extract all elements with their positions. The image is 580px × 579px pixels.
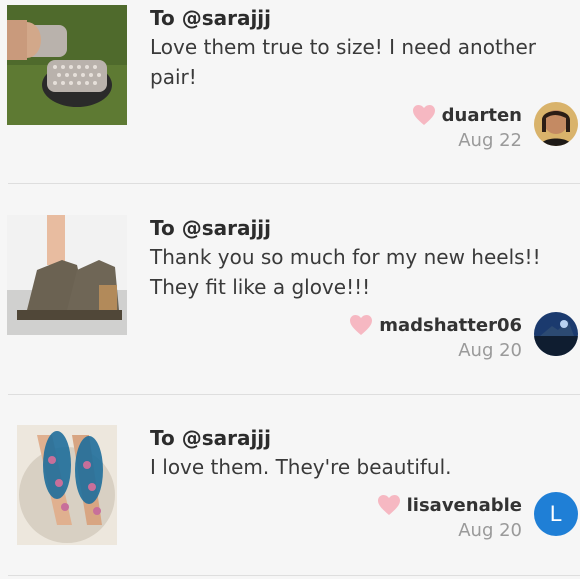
user-avatar[interactable] bbox=[534, 312, 578, 356]
avatar-initial: L bbox=[549, 501, 563, 526]
comment-text: Thank you so much for my new heels!! The… bbox=[150, 242, 560, 302]
comment-text: I love them. They're beautiful. bbox=[150, 452, 560, 482]
comment-meta: lisavenable Aug 20 bbox=[377, 492, 522, 541]
comment-meta: madshatter06 Aug 20 bbox=[349, 312, 522, 361]
comment-date: Aug 20 bbox=[458, 520, 522, 541]
product-thumbnail[interactable] bbox=[7, 215, 127, 335]
user-line: madshatter06 bbox=[349, 312, 522, 338]
comment-date: Aug 20 bbox=[458, 340, 522, 361]
recipient-label[interactable]: To @sarajjj bbox=[150, 426, 271, 450]
recipient-label[interactable]: To @sarajjj bbox=[150, 216, 271, 240]
heart-icon[interactable] bbox=[349, 314, 373, 336]
divider bbox=[8, 394, 580, 395]
heart-icon[interactable] bbox=[377, 494, 401, 516]
username[interactable]: madshatter06 bbox=[379, 315, 522, 336]
comment-card: To @sarajjj I love them. They're beautif… bbox=[0, 0, 580, 576]
divider bbox=[8, 575, 580, 576]
product-thumbnail[interactable] bbox=[17, 425, 117, 545]
comment-line: I love them. They're beautiful. bbox=[150, 455, 452, 479]
comment-line: Thank you so much for my new heels!! bbox=[150, 245, 541, 269]
comment-line: They fit like a glove!!! bbox=[150, 275, 371, 299]
username[interactable]: lisavenable bbox=[407, 495, 522, 516]
comment-feed: To @sarajjj Love them true to size! I ne… bbox=[0, 0, 580, 579]
user-avatar[interactable]: L bbox=[534, 492, 578, 536]
user-line: lisavenable bbox=[377, 492, 522, 518]
